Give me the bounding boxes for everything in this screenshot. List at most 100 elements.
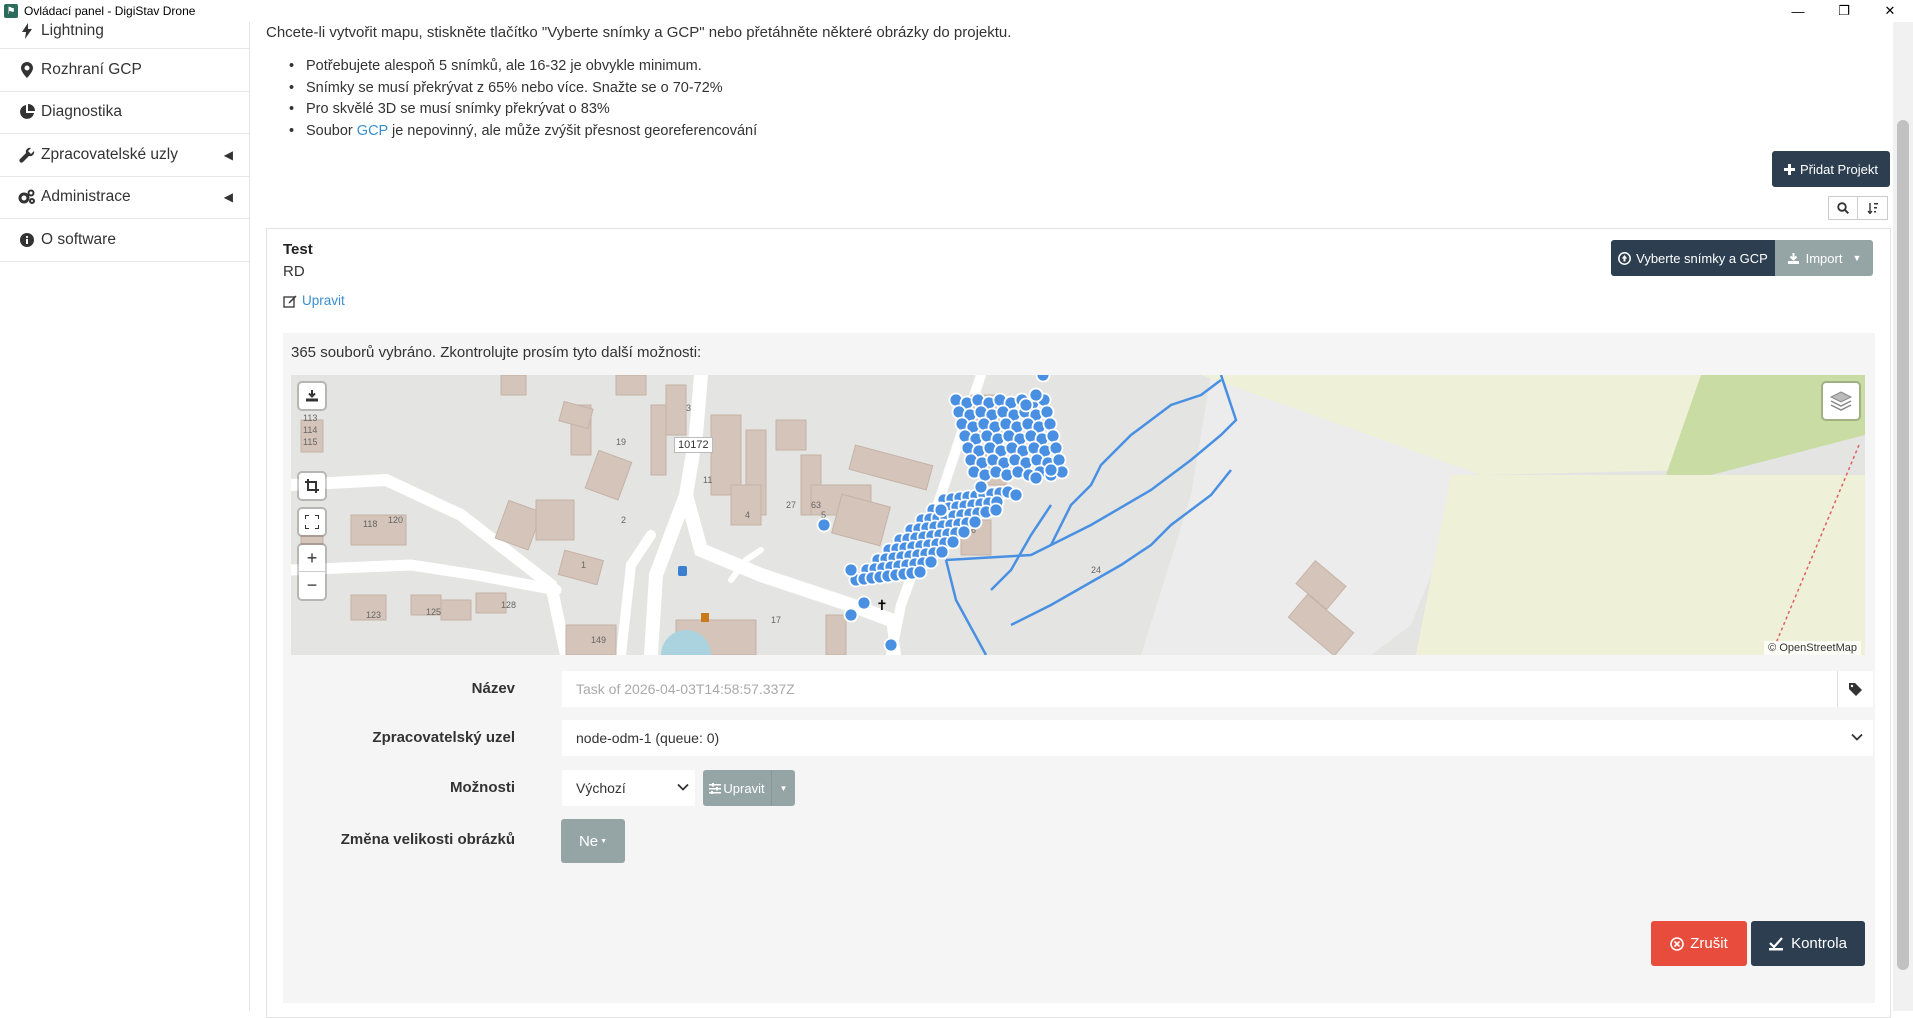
photo-marker bbox=[967, 514, 983, 530]
zoom-out-button[interactable]: − bbox=[299, 572, 325, 599]
project-description: RD bbox=[283, 263, 305, 280]
zoom-control: + − bbox=[299, 545, 325, 599]
photo-marker bbox=[945, 534, 961, 550]
import-dropdown-button[interactable]: Import ▼ bbox=[1775, 240, 1873, 276]
sidebar-item-processing-nodes[interactable]: Zpracovatelské uzly ◀ bbox=[0, 134, 249, 177]
photo-marker bbox=[1035, 375, 1051, 383]
fullscreen-button[interactable] bbox=[299, 509, 325, 535]
add-project-label: Přidat Projekt bbox=[1799, 161, 1879, 177]
close-button[interactable]: ✕ bbox=[1867, 0, 1913, 22]
select-images-button[interactable]: Vyberte snímky a GCP bbox=[1611, 240, 1775, 276]
restore-button[interactable]: ❐ bbox=[1821, 0, 1867, 22]
gcp-suffix: je nepovinný, ale může zvýšit přesnost g… bbox=[387, 122, 758, 139]
node-value: node-odm-1 (queue: 0) bbox=[576, 730, 720, 746]
edit-icon bbox=[283, 295, 297, 308]
form-row-resize: Změna velikosti obrázků Ne ▼ bbox=[283, 819, 1875, 863]
resize-dropdown-button[interactable]: Ne ▼ bbox=[561, 819, 625, 863]
import-label: Import bbox=[1805, 250, 1843, 266]
sidebar-item-administration[interactable]: Administrace ◀ bbox=[0, 177, 249, 219]
review-label: Kontrola bbox=[1791, 935, 1847, 952]
form-row-node: Zpracovatelský uzel node-odm-1 (queue: 0… bbox=[283, 720, 1875, 756]
tips-list: Potřebujete alespoň 5 snímků, ale 16-32 … bbox=[289, 56, 758, 143]
sidebar-item-label: Administrace bbox=[41, 188, 131, 206]
options-dropdown-button[interactable]: ▼ bbox=[771, 770, 795, 806]
options-edit-button[interactable]: Upravit bbox=[703, 770, 771, 806]
main-content: Chcete-li vytvořit mapu, stiskněte tlačí… bbox=[266, 22, 1891, 1018]
list-item: Pro skvělé 3D se musí snímky překrývat o… bbox=[289, 99, 757, 121]
sliders-icon bbox=[709, 782, 722, 794]
resize-label: Změna velikosti obrázků bbox=[340, 831, 515, 848]
times-circle-icon bbox=[1670, 936, 1685, 951]
project-title: Test bbox=[283, 241, 313, 258]
window-controls: — ❐ ✕ bbox=[1775, 0, 1913, 22]
photo-marker bbox=[912, 564, 928, 580]
photo-marker bbox=[1028, 387, 1044, 403]
sidebar-item-label: Lightning bbox=[41, 22, 104, 39]
chevron-down-icon bbox=[1851, 730, 1863, 746]
photo-marker bbox=[934, 544, 950, 560]
crop-button[interactable] bbox=[299, 473, 325, 499]
sidebar-item-diagnostics[interactable]: Diagnostika bbox=[0, 92, 249, 134]
zoom-in-button[interactable]: + bbox=[299, 545, 325, 572]
photo-marker bbox=[856, 595, 872, 611]
photo-marker bbox=[933, 502, 949, 518]
cancel-label: Zrušit bbox=[1690, 935, 1728, 952]
name-input[interactable]: Task of 2026-04-03T14:58:57.337Z bbox=[562, 671, 1837, 707]
search-button[interactable] bbox=[1828, 196, 1858, 220]
sidebar-item-label: O software bbox=[41, 230, 116, 248]
project-edit-link[interactable]: Upravit bbox=[283, 293, 345, 308]
form-row-name: Název Task of 2026-04-03T14:58:57.337Z bbox=[283, 671, 1875, 707]
add-project-button[interactable]: Přidat Projekt bbox=[1772, 151, 1890, 187]
minimize-button[interactable]: — bbox=[1775, 0, 1821, 22]
photo-marker bbox=[1042, 416, 1058, 432]
sidebar-item-lightning[interactable]: Lightning bbox=[0, 14, 249, 49]
window-titlebar: ⚑ Ovládací panel - DigiStav Drone — ❐ ✕ bbox=[0, 0, 1913, 22]
layers-button[interactable] bbox=[1823, 383, 1859, 419]
caret-down-icon: ▼ bbox=[1852, 253, 1862, 263]
node-label: Zpracovatelský uzel bbox=[372, 729, 515, 746]
sidebar-item-label: Diagnostika bbox=[41, 103, 122, 121]
photo-marker bbox=[1048, 440, 1064, 456]
new-task-panel: 365 souborů vybráno. Zkontrolujte prosím… bbox=[283, 333, 1875, 1003]
node-select[interactable]: node-odm-1 (queue: 0) bbox=[562, 720, 1873, 756]
sidebar-item-about[interactable]: O software bbox=[0, 219, 249, 262]
layers-icon bbox=[1829, 391, 1853, 411]
files-selected-message: 365 souborů vybráno. Zkontrolujte prosím… bbox=[291, 344, 702, 361]
gcp-link[interactable]: GCP bbox=[357, 123, 388, 139]
map-marker-icon bbox=[18, 61, 36, 78]
edit-label: Upravit bbox=[302, 293, 345, 308]
map-attribution[interactable]: © OpenStreetMap bbox=[1764, 641, 1861, 655]
chevron-left-icon: ◀ bbox=[223, 190, 233, 205]
options-select[interactable]: Výchozí bbox=[562, 770, 695, 806]
project-card: Test RD Upravit Vyberte snímky a GCP Imp… bbox=[266, 228, 1891, 1018]
intro-text: Chcete-li vytvořit mapu, stiskněte tlačí… bbox=[266, 24, 1012, 41]
photo-marker bbox=[1028, 470, 1044, 486]
scrollbar[interactable] bbox=[1893, 22, 1913, 1011]
bolt-icon bbox=[18, 23, 36, 39]
list-item: Soubor GCP je nepovinný, ale může zvýšit… bbox=[289, 121, 758, 143]
resize-value: Ne bbox=[578, 832, 599, 850]
cancel-button[interactable]: Zrušit bbox=[1651, 921, 1747, 966]
pie-chart-icon bbox=[18, 104, 36, 120]
fullscreen-icon bbox=[305, 515, 319, 529]
search-icon bbox=[1837, 202, 1849, 214]
flight-map[interactable]: 113 114 115 118 120 117 123 125 128 149 … bbox=[291, 375, 1865, 655]
photo-marker bbox=[973, 479, 989, 495]
cogs-icon bbox=[18, 189, 36, 205]
tag-icon bbox=[1849, 682, 1862, 696]
photo-marker bbox=[956, 524, 972, 540]
wrench-icon bbox=[18, 147, 36, 163]
import-icon bbox=[1787, 252, 1799, 264]
review-button[interactable]: Kontrola bbox=[1751, 921, 1865, 966]
tag-button[interactable] bbox=[1837, 671, 1873, 707]
sidebar: Lightning Rozhraní GCP Diagnostika Zprac… bbox=[0, 22, 250, 1011]
download-map-button[interactable] bbox=[299, 383, 325, 409]
photo-marker bbox=[883, 637, 899, 653]
chevron-down-icon bbox=[677, 780, 689, 796]
sidebar-item-gcp[interactable]: Rozhraní GCP bbox=[0, 49, 249, 92]
sort-button[interactable] bbox=[1858, 196, 1888, 220]
project-tools bbox=[1828, 196, 1888, 220]
photo-marker bbox=[1039, 404, 1055, 420]
scrollbar-thumb[interactable] bbox=[1897, 120, 1909, 970]
sort-icon bbox=[1866, 203, 1878, 214]
